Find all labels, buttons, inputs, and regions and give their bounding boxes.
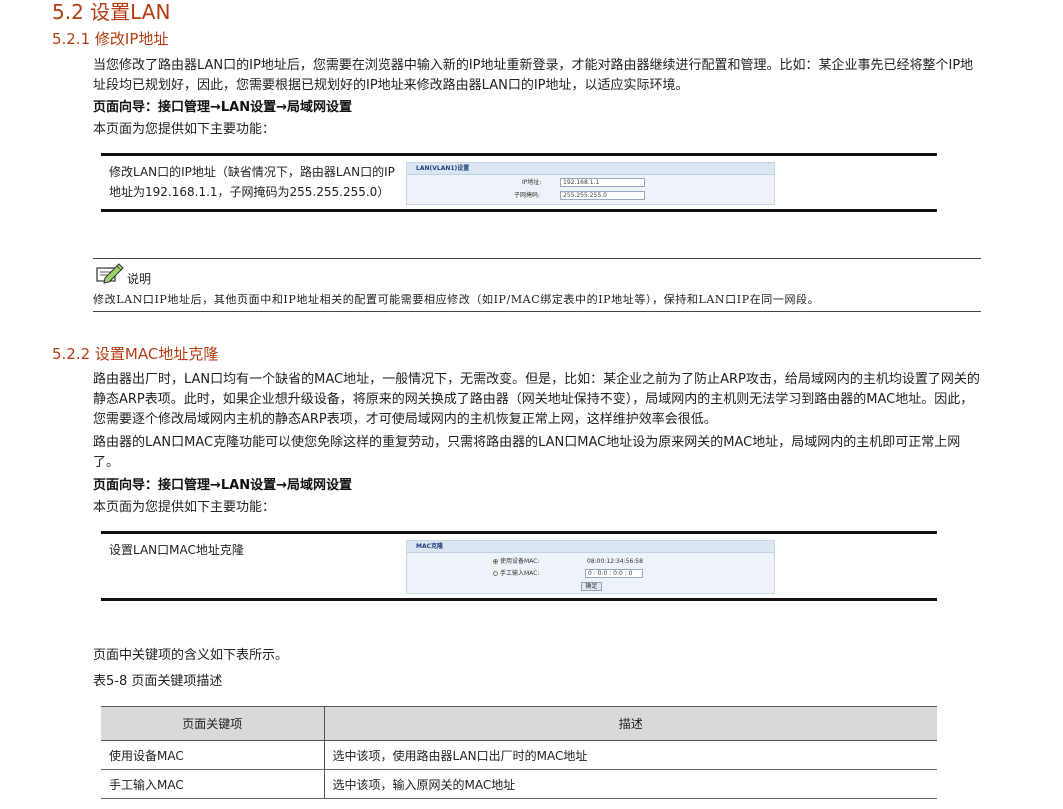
table-row: 手工输入MAC 选中该项，输入原网关的MAC地址: [101, 769, 937, 799]
confirm-button: 确定: [581, 582, 602, 591]
subsection-title-ip: 5.2.1 修改IP地址: [52, 30, 169, 48]
note-pencil-icon: [96, 263, 124, 284]
note-block: 说明 修改LAN口IP地址后，其他页面中和IP地址相关的配置可能需要相应修改（如…: [93, 258, 981, 312]
use-device-mac-option: 使用设备MAC:: [493, 557, 539, 566]
note-text: 修改LAN口IP地址后，其他页面中和IP地址相关的配置可能需要相应修改（如IP/…: [93, 293, 820, 306]
mac-function-box: 设置LAN口MAC地址克隆 MAC克隆 使用设备MAC: 08:00:12:34…: [101, 531, 937, 601]
mask-field-label: 子网掩码:: [514, 192, 541, 199]
mac-clone-header: MAC克隆: [407, 541, 774, 553]
manual-mac-label: 手工输入MAC:: [500, 570, 540, 577]
key-items-table: 页面关键项 描述 使用设备MAC 选中该项，使用路由器LAN口出厂时的MAC地址…: [101, 706, 937, 799]
manual-mac-radio: [493, 571, 498, 576]
table-header-key: 页面关键项: [101, 706, 325, 741]
table-cell-desc: 选中该项，使用路由器LAN口出厂时的MAC地址: [324, 740, 937, 770]
mask-field: 255.255.255.0: [560, 191, 645, 200]
lan-settings-screenshot: LAN(VLAN1)设置 IP地址: 192.168.1.1 子网掩码: 255…: [406, 162, 775, 205]
lan-settings-header: LAN(VLAN1)设置: [407, 163, 774, 175]
subsection-title-mac: 5.2.2 设置MAC地址克隆: [52, 345, 219, 363]
ip-function-desc: 修改LAN口的IP地址（缺省情况下，路由器LAN口的IP地址为192.168.1…: [109, 165, 395, 199]
table-cell-key: 手工输入MAC: [101, 769, 325, 799]
mac-paragraph-1: 路由器出厂时，LAN口均有一个缺省的MAC地址，一般情况下，无需改变。但是，比如…: [93, 372, 980, 427]
table-cell-desc: 选中该项，输入原网关的MAC地址: [324, 769, 937, 799]
table-intro: 页面中关键项的含义如下表所示。: [93, 648, 289, 663]
note-title: 说明: [127, 272, 152, 286]
ip-field-label: IP地址:: [522, 179, 542, 186]
section-title: 5.2 设置LAN: [52, 0, 171, 24]
ip-intro: 本页面为您提供如下主要功能：: [93, 122, 276, 137]
use-device-mac-label: 使用设备MAC:: [500, 558, 540, 565]
mac-page-nav: 页面向导：接口管理→LAN设置→局域网设置: [93, 478, 353, 493]
device-mac-value: 08:00:12:34:56:58: [587, 558, 643, 565]
table-row: 使用设备MAC 选中该项，使用路由器LAN口出厂时的MAC地址: [101, 740, 937, 770]
table-header-desc: 描述: [324, 706, 937, 741]
mac-intro: 本页面为您提供如下主要功能：: [93, 500, 276, 515]
ip-field: 192.168.1.1: [560, 178, 645, 187]
mac-paragraph-2: 路由器的LAN口MAC克隆功能可以使您免除这样的重复劳动，只需将路由器的LAN口…: [93, 435, 961, 470]
table-header-row: 页面关键项 描述: [101, 706, 937, 741]
ip-paragraph: 当您修改了路由器LAN口的IP地址后，您需要在浏览器中输入新的IP地址重新登录，…: [93, 58, 974, 93]
table-caption: 表5-8 页面关键项描述: [93, 674, 223, 689]
mac-clone-screenshot: MAC克隆 使用设备MAC: 08:00:12:34:56:58 手工输入MAC…: [406, 540, 775, 594]
use-device-mac-radio: [493, 559, 498, 564]
manual-mac-field: 0 : 0:0 : 0:0 : 0: [585, 569, 643, 578]
mac-function-desc: 设置LAN口MAC地址克隆: [109, 543, 244, 557]
table-cell-key: 使用设备MAC: [101, 740, 325, 770]
manual-mac-option: 手工输入MAC:: [493, 569, 539, 578]
ip-function-box: 修改LAN口的IP地址（缺省情况下，路由器LAN口的IP地址为192.168.1…: [101, 153, 937, 212]
ip-page-nav: 页面向导：接口管理→LAN设置→局域网设置: [93, 100, 353, 115]
